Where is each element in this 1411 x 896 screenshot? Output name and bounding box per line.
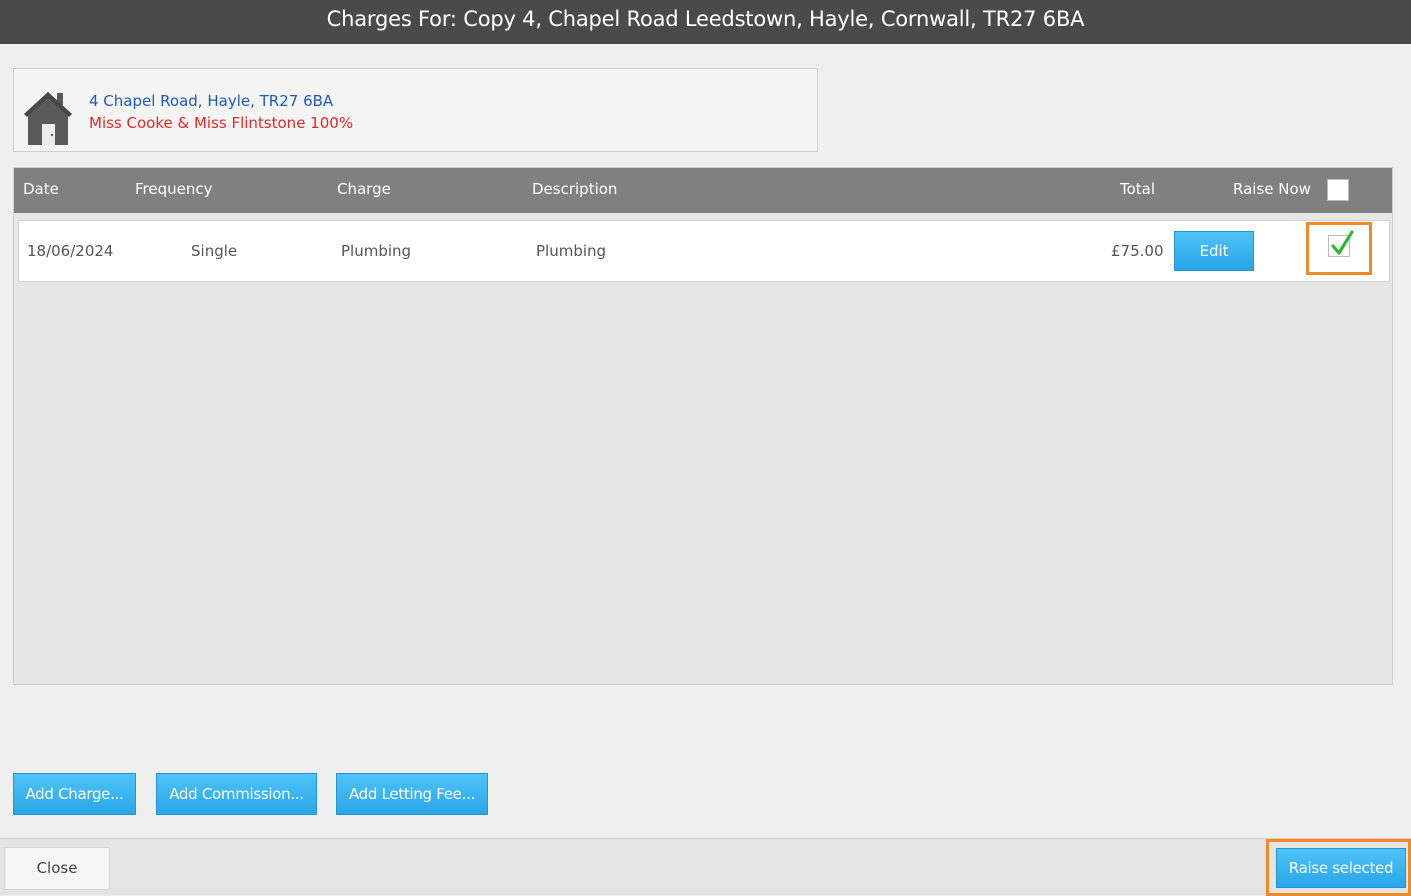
checkmark-icon — [1331, 230, 1354, 255]
raise-now-checkbox[interactable] — [1328, 230, 1354, 257]
property-address-link[interactable]: 4 Chapel Road, Hayle, TR27 6BA — [89, 92, 333, 110]
table-row: 18/06/2024 Single Plumbing Plumbing £75.… — [18, 220, 1390, 282]
add-charge-button[interactable]: Add Charge... — [13, 773, 136, 815]
select-all-checkbox[interactable] — [1327, 179, 1349, 201]
raise-selected-button[interactable]: Raise selected — [1276, 848, 1406, 888]
property-owners: Miss Cooke & Miss Flintstone 100% — [89, 114, 354, 132]
header-total: Total — [1120, 180, 1156, 198]
edit-button[interactable]: Edit — [1174, 231, 1254, 271]
row-charge: Plumbing — [341, 242, 412, 260]
add-letting-fee-button[interactable]: Add Letting Fee... — [336, 773, 488, 815]
highlight-frame — [1306, 222, 1372, 275]
row-frequency: Single — [191, 242, 238, 260]
highlight-frame: Raise selected — [1266, 839, 1411, 896]
grid-header: Date Frequency Charge Description Total … — [14, 168, 1392, 213]
row-total: £75.00 — [1111, 242, 1164, 260]
header-description: Description — [532, 180, 618, 198]
house-icon — [24, 92, 72, 145]
header-raise-now: Raise Now — [1233, 180, 1311, 198]
header-date: Date — [23, 180, 59, 198]
property-card: 4 Chapel Road, Hayle, TR27 6BA Miss Cook… — [13, 68, 818, 152]
header-frequency: Frequency — [135, 180, 213, 198]
header-charge: Charge — [337, 180, 391, 198]
charges-grid: Date Frequency Charge Description Total … — [13, 167, 1393, 685]
close-button[interactable]: Close — [4, 847, 110, 890]
row-date: 18/06/2024 — [27, 242, 114, 260]
window-title: Charges For: Copy 4, Chapel Road Leedsto… — [0, 0, 1411, 44]
add-commission-button[interactable]: Add Commission... — [156, 773, 317, 815]
footer-bar: Close Raise selected — [0, 838, 1411, 896]
row-description: Plumbing — [536, 242, 607, 260]
